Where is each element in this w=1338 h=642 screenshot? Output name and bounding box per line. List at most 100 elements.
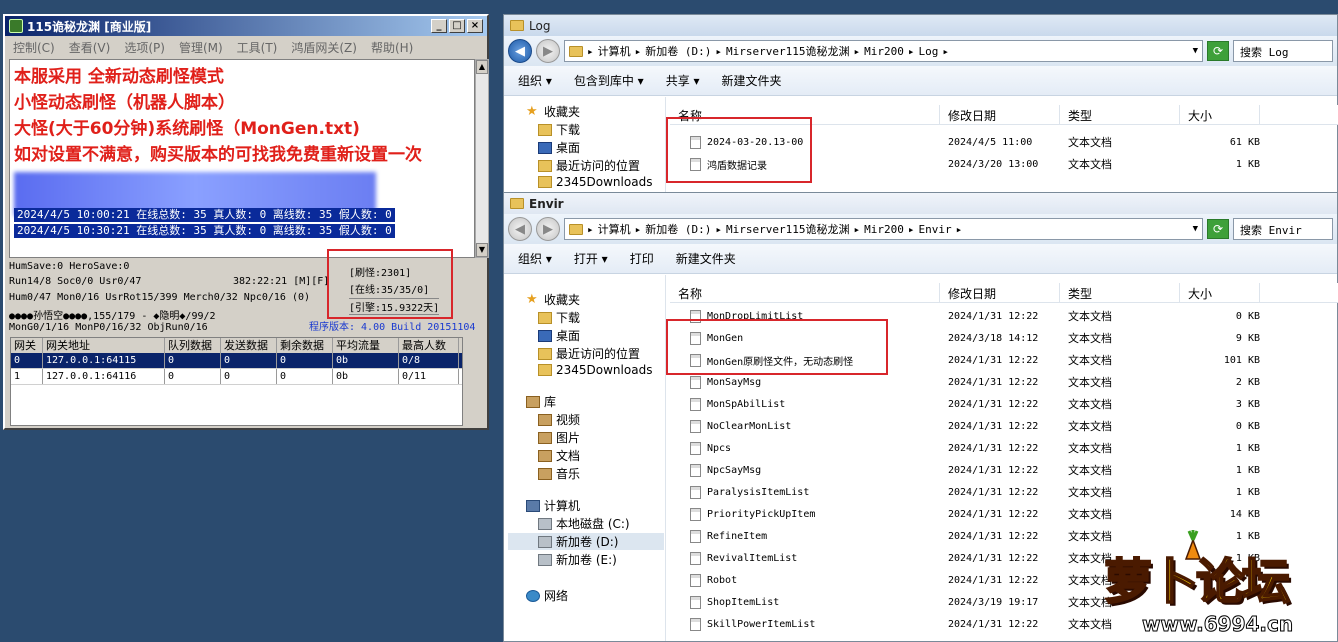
col-size[interactable]: 大小 — [1180, 283, 1260, 302]
program-version: 程序版本: 4.00 Build 20151104 — [309, 322, 476, 333]
nav-2345downloads[interactable]: 2345Downloads — [538, 363, 652, 377]
nav-favorites[interactable]: ★ 收藏夹 — [526, 103, 580, 120]
menu-tools[interactable]: 工具(T) — [237, 39, 278, 55]
refresh-icon[interactable]: ⟳ — [1207, 41, 1229, 61]
close-button[interactable]: × — [467, 19, 483, 33]
maximize-button[interactable]: □ — [449, 19, 465, 33]
envir-toolbar: 组织 ▾ 打开 ▾ 打印 新建文件夹 — [504, 244, 1337, 274]
file-name: NoClearMonList — [707, 420, 792, 432]
nav-drive-d[interactable]: 新加卷 (D:) — [508, 533, 664, 550]
list-item[interactable]: MonSpAbilList 2024/1/31 12:22 文本文档 3 KB — [670, 393, 1260, 415]
nav-downloads[interactable]: 下载 — [538, 309, 580, 326]
list-item[interactable]: Npcs 2024/1/31 12:22 文本文档 1 KB — [670, 437, 1260, 459]
list-item[interactable]: NoClearMonList 2024/1/31 12:22 文本文档 0 KB — [670, 415, 1260, 437]
nav-documents[interactable]: 文档 — [538, 447, 580, 464]
nav-videos[interactable]: 视频 — [538, 411, 580, 428]
sep: ▸ — [853, 222, 861, 236]
print-button[interactable]: 打印 — [630, 250, 654, 267]
envir-address-bar[interactable]: ▸ 计算机 ▸ 新加卷 (D:) ▸ Mirserver115诡秘龙渊 ▸ Mir20… — [564, 218, 1203, 240]
nav-drive-c[interactable]: 本地磁盘 (C:) — [538, 515, 630, 532]
organize-button[interactable]: 组织 ▾ — [518, 250, 552, 267]
include-in-library-button[interactable]: 包含到库中 ▾ — [574, 72, 644, 89]
chevron-down-icon[interactable]: ▼ — [1193, 224, 1198, 234]
file-size: 9 KB — [1235, 332, 1260, 344]
forward-arrow-icon[interactable]: ▶ — [536, 217, 560, 241]
breadcrumb-item[interactable]: 计算机 — [598, 43, 631, 59]
file-type: 文本文档 — [1068, 136, 1112, 149]
col-name[interactable]: 名称 — [670, 283, 940, 302]
nav-music[interactable]: 音乐 — [538, 465, 580, 482]
col-date[interactable]: 修改日期 — [940, 283, 1060, 302]
menu-view[interactable]: 查看(V) — [69, 39, 111, 55]
breadcrumb-item[interactable]: 计算机 — [598, 221, 631, 237]
col-max-users[interactable]: 最高人数 — [399, 338, 459, 353]
envir-search-input[interactable]: 搜索 Envir — [1233, 218, 1333, 240]
list-item[interactable]: PriorityPickUpItem 2024/1/31 12:22 文本文档 14 … — [670, 503, 1260, 525]
file-name: NpcSayMsg — [707, 464, 762, 476]
log-address-bar[interactable]: ▸ 计算机 ▸ 新加卷 (D:) ▸ Mirserver115诡秘龙渊 ▸ Mir20… — [564, 40, 1203, 62]
new-folder-button[interactable]: 新建文件夹 — [722, 72, 782, 89]
list-item[interactable]: NpcSayMsg 2024/1/31 12:22 文本文档 1 KB — [670, 459, 1260, 481]
nav-downloads[interactable]: 下载 — [538, 121, 580, 138]
server-log-area[interactable]: 本服采用 全新动态刷怪模式 小怪动态刷怪（机器人脚本） 大怪(大于60分钟)系统… — [9, 59, 475, 258]
menu-control[interactable]: 控制(C) — [13, 39, 55, 55]
open-button[interactable]: 打开 ▾ — [574, 250, 608, 267]
nav-label: 最近访问的位置 — [556, 347, 641, 361]
nav-recent[interactable]: 最近访问的位置 — [538, 157, 640, 174]
col-gateway[interactable]: 网关 — [11, 338, 43, 353]
back-arrow-icon[interactable]: ◀ — [508, 39, 532, 63]
table-row[interactable]: 1 127.0.0.1:64116 0 0 0 0b 0/11 — [11, 369, 462, 385]
nav-drive-e[interactable]: 新加卷 (E:) — [538, 551, 617, 568]
chevron-down-icon[interactable]: ▼ — [1193, 46, 1198, 56]
col-avg-traffic[interactable]: 平均流量 — [333, 338, 399, 353]
menu-options[interactable]: 选项(P) — [124, 39, 165, 55]
menu-manage[interactable]: 管理(M) — [179, 39, 223, 55]
server-title-bar[interactable]: 115诡秘龙渊 [商业版] _ □ × — [5, 16, 487, 36]
file-date: 2024/3/19 19:17 — [948, 596, 1039, 608]
breadcrumb-item[interactable]: 新加卷 (D:) — [645, 221, 711, 237]
list-item[interactable]: ParalysisItemList 2024/1/31 12:22 文本文档 1 KB — [670, 481, 1260, 503]
nav-network[interactable]: 网络 — [526, 587, 568, 604]
share-button[interactable]: 共享 ▾ — [666, 72, 700, 89]
menu-gateway[interactable]: 鸿盾网关(Z) — [291, 39, 357, 55]
forward-arrow-icon[interactable]: ▶ — [536, 39, 560, 63]
col-remaining[interactable]: 剩余数据 — [277, 338, 333, 353]
nav-desktop[interactable]: 桌面 — [538, 139, 580, 156]
menu-help[interactable]: 帮助(H) — [371, 39, 413, 55]
log-title-bar[interactable]: Log — [504, 15, 1337, 36]
breadcrumb-item[interactable]: Log — [918, 45, 938, 58]
col-type[interactable]: 类型 — [1060, 105, 1180, 124]
breadcrumb-item[interactable]: Mir200 — [864, 45, 904, 58]
nav-pictures[interactable]: 图片 — [538, 429, 580, 446]
col-queue[interactable]: 队列数据 — [165, 338, 221, 353]
file-name: ShopItemList — [707, 596, 780, 608]
col-sent[interactable]: 发送数据 — [221, 338, 277, 353]
scroll-up-icon[interactable]: ▲ — [476, 60, 488, 74]
refresh-icon[interactable]: ⟳ — [1207, 219, 1229, 239]
nav-desktop[interactable]: 桌面 — [538, 327, 580, 344]
col-date[interactable]: 修改日期 — [940, 105, 1060, 124]
nav-recent[interactable]: 最近访问的位置 — [538, 345, 640, 362]
col-type[interactable]: 类型 — [1060, 283, 1180, 302]
log-search-input[interactable]: 搜索 Log — [1233, 40, 1333, 62]
breadcrumb-item[interactable]: Envir — [918, 223, 951, 236]
table-row[interactable]: 0 127.0.0.1:64115 0 0 0 0b 0/8 — [11, 353, 462, 369]
breadcrumb-item[interactable]: Mirserver115诡秘龙渊 — [726, 43, 849, 59]
breadcrumb-item[interactable]: Mirserver115诡秘龙渊 — [726, 221, 849, 237]
envir-title-bar[interactable]: Envir — [504, 193, 1337, 214]
col-address[interactable]: 网关地址 — [43, 338, 165, 353]
organize-button[interactable]: 组织 ▾ — [518, 72, 552, 89]
breadcrumb-item[interactable]: 新加卷 (D:) — [645, 43, 711, 59]
nav-2345downloads[interactable]: 2345Downloads — [538, 175, 652, 189]
nav-favorites[interactable]: ★ 收藏夹 — [526, 291, 580, 308]
nav-libraries[interactable]: 库 — [526, 393, 556, 410]
back-arrow-icon[interactable]: ◀ — [508, 217, 532, 241]
scroll-down-icon[interactable]: ▼ — [476, 243, 488, 257]
minimize-button[interactable]: _ — [431, 19, 447, 33]
nav-computer[interactable]: 计算机 — [526, 497, 580, 514]
new-folder-button[interactable]: 新建文件夹 — [676, 250, 736, 267]
file-type: 文本文档 — [1068, 508, 1112, 521]
col-size[interactable]: 大小 — [1180, 105, 1260, 124]
breadcrumb-item[interactable]: Mir200 — [864, 223, 904, 236]
log-scrollbar[interactable]: ▲ ▼ — [475, 59, 489, 258]
